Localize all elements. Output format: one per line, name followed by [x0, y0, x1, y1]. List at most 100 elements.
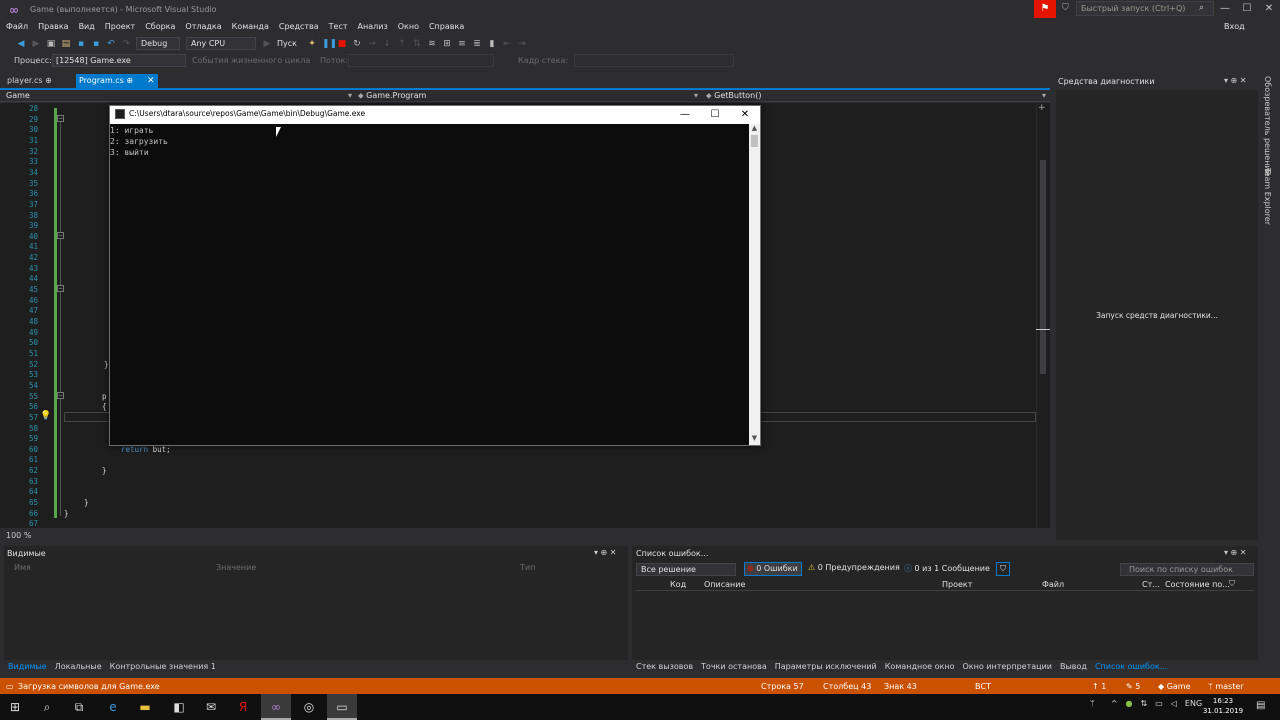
- console-scrollbar[interactable]: [749, 124, 760, 445]
- windows-start-icon[interactable]: ⊞: [6, 698, 24, 716]
- bookmark-next-icon[interactable]: ⇥: [517, 39, 527, 49]
- menu-debug[interactable]: Отладка: [185, 22, 221, 31]
- task-view-icon[interactable]: ⧉: [70, 698, 88, 716]
- yandex-browser-icon[interactable]: Я: [234, 698, 252, 716]
- maximize-button[interactable]: ☐: [1236, 0, 1258, 18]
- split-icon[interactable]: +: [1038, 103, 1046, 113]
- thread-select[interactable]: [348, 54, 494, 67]
- errors-filter-button[interactable]: ⊗ 0 Ошибки: [744, 562, 802, 576]
- chevron-up-icon[interactable]: ^: [1111, 699, 1118, 708]
- bookmark-icon[interactable]: ▮: [487, 39, 497, 49]
- console-close-button[interactable]: ✕: [730, 106, 760, 123]
- volume-icon[interactable]: ◁: [1171, 699, 1177, 708]
- hot-reload-icon[interactable]: ✦: [307, 39, 317, 49]
- filter-icon[interactable]: ⛉: [1229, 579, 1235, 589]
- column-description[interactable]: Описание: [704, 580, 745, 589]
- stop-icon[interactable]: ■: [337, 39, 347, 49]
- menu-edit[interactable]: Правка: [38, 22, 68, 31]
- build-filter-icon[interactable]: ⛉: [996, 562, 1010, 576]
- console-app-icon[interactable]: ▭: [333, 698, 351, 716]
- tab-output[interactable]: Вывод: [1060, 662, 1087, 671]
- network-icon[interactable]: ▭: [1155, 699, 1163, 708]
- menu-file[interactable]: Файл: [6, 22, 28, 31]
- start-button[interactable]: Пуск: [277, 39, 297, 48]
- column-type[interactable]: Тип: [520, 563, 535, 572]
- panel-options-icon[interactable]: ▾ ⊕ ✕: [1224, 548, 1247, 557]
- menu-tools[interactable]: Средства: [279, 22, 319, 31]
- tab-locals[interactable]: Локальные: [55, 662, 102, 671]
- menu-test[interactable]: Тест: [329, 22, 348, 31]
- bookmark-prev-icon[interactable]: ⇤: [502, 39, 512, 49]
- action-center-icon[interactable]: ▤: [1256, 700, 1265, 711]
- quick-launch-input[interactable]: Быстрый запуск (Ctrl+Q): [1076, 1, 1214, 16]
- menu-project[interactable]: Проект: [105, 22, 135, 31]
- column-line[interactable]: Ст...: [1142, 580, 1160, 589]
- process-select[interactable]: [12548] Game.exe: [52, 54, 186, 67]
- console-maximize-button[interactable]: ☐: [700, 106, 730, 123]
- solution-explorer-tab[interactable]: Обозреватель решений: [1263, 76, 1272, 176]
- console-window[interactable]: [109, 105, 761, 446]
- error-search-input[interactable]: Поиск по списку ошибок: [1120, 563, 1254, 576]
- edge-icon[interactable]: e: [104, 698, 122, 716]
- tab-call-stack[interactable]: Стек вызовов: [636, 662, 693, 671]
- column-project[interactable]: Проект: [942, 580, 972, 589]
- column-suppression[interactable]: Состояние по...: [1165, 580, 1230, 589]
- menu-window[interactable]: Окно: [398, 22, 419, 31]
- push-count[interactable]: ↑ 1: [1092, 682, 1106, 691]
- notification-flag-icon[interactable]: ⚑: [1034, 0, 1056, 18]
- fold-toggle[interactable]: −: [57, 232, 64, 239]
- scroll-up-icon[interactable]: ▲: [749, 124, 760, 134]
- search-icon[interactable]: ⌕: [38, 698, 56, 716]
- sign-in-link[interactable]: Вход: [1224, 22, 1245, 31]
- restart-icon[interactable]: ↻: [352, 39, 362, 49]
- scope-select[interactable]: Все решение: [636, 563, 736, 576]
- team-explorer-tab[interactable]: Team Explorer: [1263, 168, 1272, 225]
- tab-autos[interactable]: Видимые: [8, 662, 47, 671]
- redo-icon[interactable]: ↷: [121, 39, 131, 49]
- stack-frame-select[interactable]: [574, 54, 734, 67]
- messages-filter-button[interactable]: ⓘ 0 из 1 Сообщение: [904, 563, 990, 574]
- sync-icon[interactable]: ⇅: [1141, 699, 1148, 708]
- pause-icon[interactable]: ❚❚: [322, 39, 337, 49]
- mail-icon[interactable]: ✉: [202, 698, 220, 716]
- tab-watch-1[interactable]: Контрольные значения 1: [110, 662, 216, 671]
- config-select[interactable]: Debug: [136, 37, 180, 50]
- lightbulb-icon[interactable]: 💡: [40, 411, 51, 421]
- new-project-icon[interactable]: ▣: [46, 39, 56, 49]
- console-minimize-button[interactable]: —: [670, 106, 700, 123]
- member-dropdown[interactable]: ⬥ GetButton() ▾: [706, 90, 1046, 102]
- pin-icon[interactable]: ⊕: [126, 76, 133, 85]
- scrollbar-thumb[interactable]: [1040, 160, 1046, 374]
- layout-icon[interactable]: ⊞: [442, 39, 452, 49]
- format-icon[interactable]: ≡: [457, 39, 467, 49]
- people-icon[interactable]: ᛘ: [1090, 699, 1095, 708]
- class-dropdown[interactable]: ⬥ Game.Program ▾: [358, 90, 698, 102]
- store-icon[interactable]: ◧: [170, 698, 188, 716]
- open-icon[interactable]: ▤: [61, 39, 71, 49]
- fold-toggle[interactable]: −: [57, 115, 64, 122]
- menu-help[interactable]: Справка: [429, 22, 464, 31]
- threads-icon[interactable]: ≋: [427, 39, 437, 49]
- scroll-down-icon[interactable]: ▼: [749, 434, 760, 444]
- tab-breakpoints[interactable]: Точки останова: [701, 662, 767, 671]
- menu-team[interactable]: Команда: [232, 22, 269, 31]
- branch-button[interactable]: ᛘ master: [1208, 682, 1244, 691]
- clock-time[interactable]: 16:23: [1208, 697, 1238, 705]
- search-icon[interactable]: ⌕: [1199, 3, 1204, 13]
- column-code[interactable]: Код: [670, 580, 686, 589]
- step-into-icon[interactable]: ↓: [382, 39, 392, 49]
- platform-select[interactable]: Any CPU: [186, 37, 256, 50]
- zoom-select[interactable]: 100 %: [6, 531, 31, 540]
- console-scroll-thumb[interactable]: [751, 135, 758, 147]
- tab-command-window[interactable]: Командное окно: [885, 662, 955, 671]
- close-button[interactable]: ✕: [1258, 0, 1280, 18]
- lifecycle-events-button[interactable]: События жизненного цикла: [192, 56, 310, 65]
- project-dropdown[interactable]: Game ▾: [6, 90, 352, 102]
- column-file[interactable]: Файл: [1042, 580, 1064, 589]
- tab-immediate-window[interactable]: Окно интерпретации: [962, 662, 1052, 671]
- fold-toggle[interactable]: −: [57, 392, 64, 399]
- close-tab-icon[interactable]: ✕: [147, 74, 155, 88]
- panel-options-icon[interactable]: ▾ ⊕ ✕: [594, 548, 617, 557]
- column-value[interactable]: Значение: [216, 563, 256, 572]
- back-icon[interactable]: ◀: [16, 39, 26, 49]
